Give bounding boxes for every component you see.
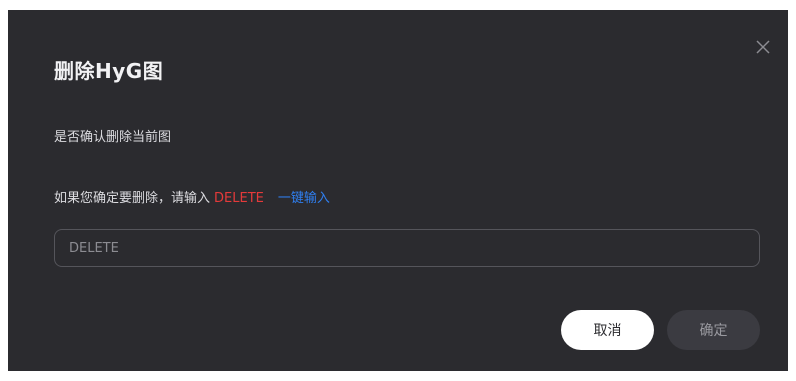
dialog-title: 删除HyG图 (54, 59, 164, 83)
confirm-question: 是否确认删除当前图 (54, 130, 172, 145)
quick-input-link[interactable]: 一键输入 (278, 191, 330, 206)
delete-keyword: DELETE (214, 191, 264, 206)
delete-graph-dialog: 删除HyG图 是否确认删除当前图 如果您确定要删除，请输入 DELETE 一键输入 … (8, 10, 788, 371)
confirm-button[interactable]: 确定 (667, 310, 760, 350)
close-icon[interactable] (754, 38, 772, 56)
delete-instruction: 如果您确定要删除，请输入 DELETE 一键输入 (54, 187, 330, 206)
delete-confirm-input[interactable] (54, 229, 760, 267)
cancel-button[interactable]: 取消 (561, 310, 654, 350)
instruction-text: 如果您确定要删除，请输入 (54, 191, 211, 206)
